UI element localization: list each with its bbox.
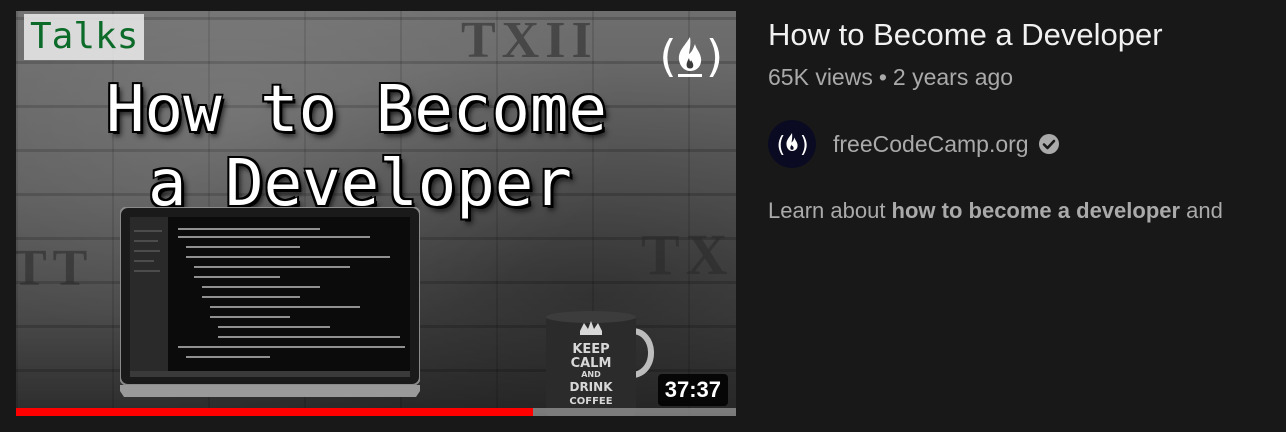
view-count: 65K views — [768, 64, 873, 90]
channel-avatar[interactable]: ( ) — [768, 120, 816, 168]
thumbnail-title: How to Become a Developer — [16, 73, 736, 221]
video-result-row[interactable]: TXII TX TT Talks ( ) How to Become a Dev… — [0, 0, 1286, 432]
coffee-mug-image: KEEP CALM AND DRINK COFFEE — [546, 311, 654, 416]
video-duration-badge: 37:37 — [657, 374, 728, 406]
mug-text: COFFEE — [569, 396, 612, 407]
meta-separator: • — [878, 64, 887, 90]
description-highlight: how to become a developer — [891, 198, 1181, 223]
video-metadata: 65K views • 2 years ago — [768, 62, 1286, 92]
thumbnail-title-line: How to Become — [106, 73, 607, 147]
watch-progress-fill — [16, 408, 533, 416]
channel-name-link[interactable]: freeCodeCamp.org — [833, 129, 1029, 159]
mug-text: CALM — [571, 356, 612, 371]
video-title[interactable]: How to Become a Developer — [768, 14, 1286, 56]
laptop-image — [120, 207, 420, 397]
channel-info: ( ) freeCodeCamp.org — [768, 120, 1286, 168]
wall-engraving: TT — [16, 240, 94, 297]
upload-age: 2 years ago — [892, 64, 1014, 90]
wall-engraving: TXII — [461, 12, 598, 69]
verified-check-icon — [1038, 134, 1059, 154]
fcc-flame-icon: ( ) — [774, 133, 810, 158]
video-thumbnail[interactable]: TXII TX TT Talks ( ) How to Become a Dev… — [16, 11, 736, 416]
watch-progress-bar — [16, 408, 736, 416]
svg-text:(: ( — [774, 133, 787, 158]
description-text: Learn about — [768, 198, 892, 223]
thumbnail-tag: Talks — [24, 14, 145, 60]
mug-text: AND — [581, 370, 601, 379]
mug-text: DRINK — [569, 380, 613, 394]
mug-text: KEEP — [572, 342, 609, 357]
wall-engraving: TX — [641, 222, 734, 287]
description-text: and — [1180, 198, 1223, 223]
svg-text:): ) — [798, 133, 810, 158]
video-details: How to Become a Developer 65K views • 2 ye… — [768, 14, 1286, 226]
video-description-snippet: Learn about how to become a developer an… — [768, 196, 1286, 226]
